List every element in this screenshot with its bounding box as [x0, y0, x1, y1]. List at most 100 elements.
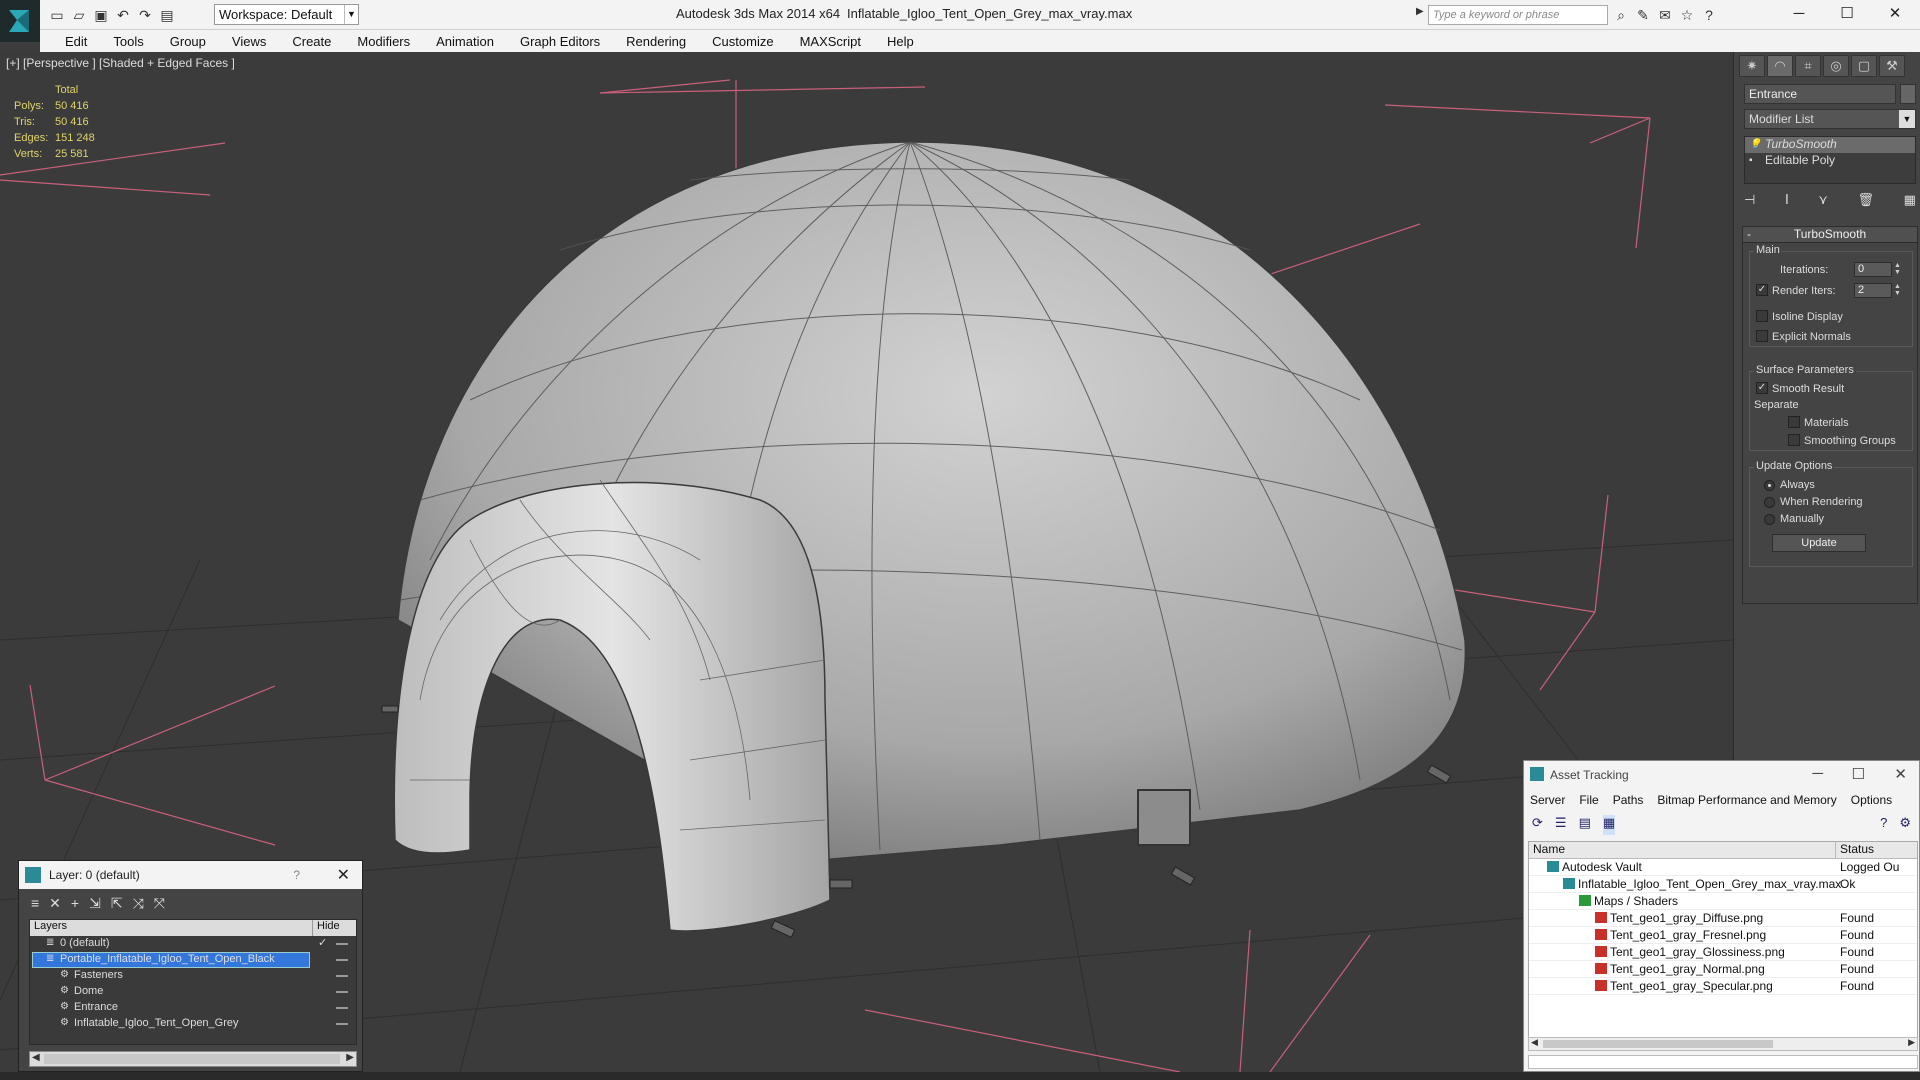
asset-tracking-titlebar[interactable]: Asset Tracking ─ ☐ ✕	[1524, 761, 1919, 789]
menu-rendering[interactable]: Rendering	[613, 34, 699, 49]
hide-toggle[interactable]	[336, 975, 348, 977]
manually-radio[interactable]	[1764, 514, 1775, 525]
iterations-spinner[interactable]: 0	[1854, 262, 1892, 277]
scroll-right-icon[interactable]: ▶	[346, 1052, 354, 1063]
update-button[interactable]: Update	[1772, 534, 1866, 552]
asset-row[interactable]: Maps / Shaders	[1529, 893, 1917, 910]
layer-row[interactable]: ≣ 0 (default) ✓	[30, 936, 356, 952]
asset-horizontal-scrollbar[interactable]: ◀ ▶	[1528, 1037, 1918, 1051]
asset-row[interactable]: Tent_geo1_gray_Specular.png Found	[1529, 978, 1917, 995]
layer-row[interactable]: ⚙ Fasteners	[30, 968, 356, 984]
menu-tools[interactable]: Tools	[100, 34, 156, 49]
menu-help[interactable]: Help	[874, 34, 927, 49]
search-input[interactable]: Type a keyword or phrase	[1428, 5, 1608, 25]
pin-stack-icon[interactable]: ⊣	[1744, 192, 1755, 212]
hide-toggle[interactable]	[336, 1007, 348, 1009]
stack-item-turbosmooth[interactable]: 💡 TurboSmooth	[1745, 137, 1915, 153]
make-unique-icon[interactable]: ⋎	[1818, 192, 1828, 212]
layer-row[interactable]: ⚙ Entrance	[30, 1000, 356, 1016]
name-column-header[interactable]: Name	[1529, 842, 1836, 858]
scrollbar-thumb[interactable]	[1543, 1040, 1773, 1048]
asset-row[interactable]: Autodesk Vault Logged Ou	[1529, 859, 1917, 876]
create-tab-icon[interactable]: ✷	[1739, 55, 1765, 77]
communication-icon[interactable]: ✉	[1656, 6, 1674, 24]
redo-icon[interactable]: ↷	[136, 6, 154, 24]
object-name-input[interactable]: Entrance	[1744, 84, 1896, 104]
hide-toggle[interactable]	[336, 1023, 348, 1025]
app-logo-icon[interactable]	[0, 0, 40, 42]
favorites-star-icon[interactable]: ☆	[1678, 6, 1696, 24]
open-file-icon[interactable]: ▱	[70, 6, 88, 24]
minimize-button[interactable]: ─	[1776, 2, 1822, 26]
menu-options[interactable]: Options	[1851, 793, 1906, 807]
menu-edit[interactable]: Edit	[52, 34, 100, 49]
asset-row[interactable]: Tent_geo1_gray_Diffuse.png Found	[1529, 910, 1917, 927]
create-layer-icon[interactable]: +	[71, 895, 79, 913]
menu-create[interactable]: Create	[279, 34, 344, 49]
help-icon[interactable]: ?	[1700, 6, 1718, 24]
scroll-left-icon[interactable]: ◀	[32, 1052, 40, 1063]
scroll-right-icon[interactable]: ▶	[1908, 1037, 1915, 1048]
table-view-icon[interactable]: ▦	[1602, 815, 1616, 835]
remove-modifier-icon[interactable]: 🗑	[1858, 192, 1875, 212]
close-button[interactable]: ✕	[1872, 2, 1918, 26]
settings-icon[interactable]: ⚙	[1899, 815, 1911, 835]
isoline-display-checkbox[interactable]	[1756, 310, 1768, 322]
expand-icon[interactable]: ▪	[1749, 155, 1753, 166]
maximize-button[interactable]: ☐	[1824, 2, 1870, 26]
layer-row[interactable]: ≣ Portable_Inflatable_Igloo_Tent_Open_Bla…	[30, 952, 356, 968]
status-column-header[interactable]: Status	[1836, 842, 1874, 858]
render-iters-checkbox[interactable]: ✓	[1756, 284, 1768, 296]
minimize-icon[interactable]: ─	[1812, 765, 1823, 782]
hierarchy-tab-icon[interactable]: ⌗	[1795, 55, 1821, 77]
render-iters-spinner[interactable]: 2	[1854, 283, 1892, 298]
layer-explorer-menu-icon[interactable]: ≡	[31, 895, 39, 913]
viewport-label[interactable]: [+] [Perspective ] [Shaded + Edged Faces…	[6, 56, 235, 70]
asset-row[interactable]: Tent_geo1_gray_Normal.png Found	[1529, 961, 1917, 978]
scroll-left-icon[interactable]: ◀	[1531, 1037, 1538, 1048]
motion-tab-icon[interactable]: ◎	[1823, 55, 1849, 77]
materials-checkbox[interactable]	[1788, 416, 1800, 428]
select-layer-icon[interactable]: ⇱	[111, 895, 123, 913]
asset-row[interactable]: Tent_geo1_gray_Fresnel.png Found	[1529, 927, 1917, 944]
spinner-arrows-icon[interactable]: ▲ ▼	[1894, 283, 1902, 298]
menu-modifiers[interactable]: Modifiers	[344, 34, 423, 49]
help-icon[interactable]: ?	[293, 868, 300, 882]
project-folder-icon[interactable]: ▤	[158, 6, 176, 24]
asset-row[interactable]: Inflatable_Igloo_Tent_Open_Grey_max_vray…	[1529, 876, 1917, 893]
menu-views[interactable]: Views	[219, 34, 279, 49]
display-tab-icon[interactable]: ▢	[1851, 55, 1877, 77]
menu-animation[interactable]: Animation	[423, 34, 507, 49]
search-expand-icon[interactable]: ▶	[1416, 6, 1424, 17]
hide-layers-icon[interactable]: ⤧	[154, 895, 165, 913]
spinner-arrows-icon[interactable]: ▲ ▼	[1894, 262, 1902, 277]
explicit-normals-checkbox[interactable]	[1756, 330, 1768, 342]
rollout-header[interactable]: - TurboSmooth	[1743, 227, 1917, 243]
menu-file[interactable]: File	[1579, 793, 1612, 807]
layer-row[interactable]: ⚙ Inflatable_Igloo_Tent_Open_Grey	[30, 1016, 356, 1032]
always-radio[interactable]	[1764, 480, 1775, 491]
list-view-icon[interactable]: ☰	[1555, 815, 1567, 835]
menu-bitmap-performance[interactable]: Bitmap Performance and Memory	[1657, 793, 1850, 807]
show-end-result-icon[interactable]: Ⅰ	[1785, 192, 1789, 212]
layer-row[interactable]: ⚙ Dome	[30, 984, 356, 1000]
smooth-result-checkbox[interactable]: ✓	[1756, 382, 1768, 394]
stack-item-editable-poly[interactable]: ▪ Editable Poly	[1745, 153, 1915, 169]
menu-customize[interactable]: Customize	[699, 34, 786, 49]
menu-paths[interactable]: Paths	[1613, 793, 1658, 807]
asset-row[interactable]: Tent_geo1_gray_Glossiness.png Found	[1529, 944, 1917, 961]
hide-toggle[interactable]	[336, 991, 348, 993]
current-layer-check-icon[interactable]: ✓	[318, 936, 327, 949]
modifier-list-select[interactable]: Modifier List ▼	[1744, 109, 1916, 129]
utilities-tab-icon[interactable]: ⚒	[1879, 55, 1905, 77]
hide-toggle[interactable]	[336, 959, 348, 961]
menu-group[interactable]: Group	[157, 34, 219, 49]
tree-view-icon[interactable]: ▤	[1579, 815, 1591, 835]
new-file-icon[interactable]: ▭	[48, 6, 66, 24]
object-color-swatch[interactable]	[1900, 84, 1916, 104]
maximize-icon[interactable]: ☐	[1852, 765, 1865, 783]
workspace-select[interactable]: Workspace: Default ▼	[214, 4, 359, 25]
modify-tab-icon[interactable]: ◠	[1767, 55, 1793, 77]
scrollbar-thumb[interactable]	[44, 1054, 340, 1064]
delete-layer-icon[interactable]: ✕	[49, 895, 61, 913]
